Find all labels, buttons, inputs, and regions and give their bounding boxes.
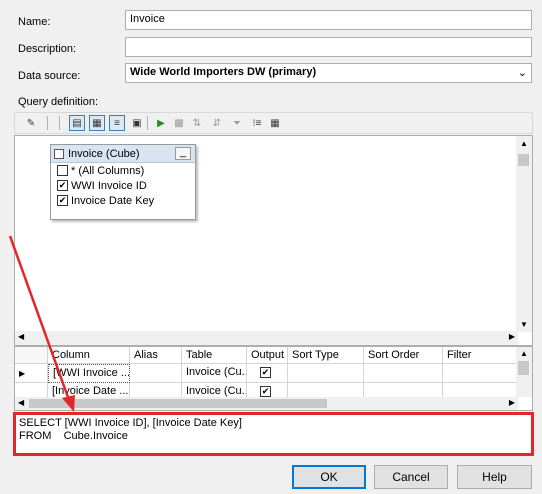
ok-button[interactable]: OK [292, 465, 366, 489]
annotation-arrow [8, 235, 75, 412]
cancel-button[interactable]: Cancel [374, 465, 448, 489]
help-button[interactable]: Help [457, 465, 532, 489]
